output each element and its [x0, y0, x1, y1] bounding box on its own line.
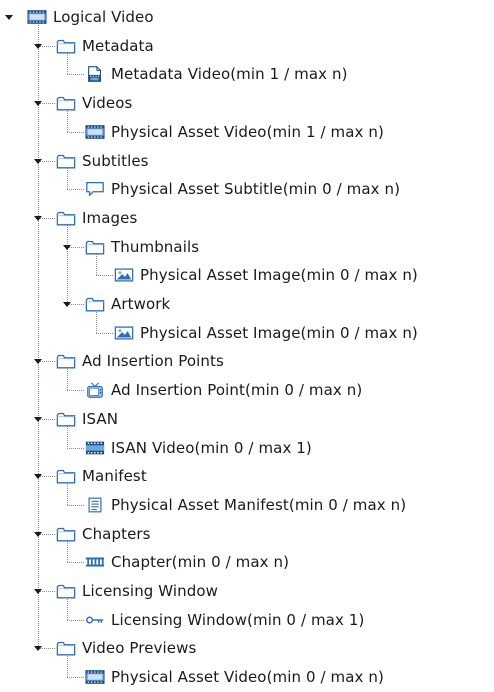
tree-leaf-item[interactable]: ISAN Video(min 0 / max 1): [85, 436, 312, 460]
folder-icon: [56, 37, 76, 55]
tree-folder-item[interactable]: Chapters: [56, 522, 151, 546]
folder-icon: [85, 295, 105, 313]
tv-icon: [85, 381, 105, 399]
barcode-icon: [85, 439, 105, 457]
tree-item-label: Artwork: [111, 295, 171, 313]
collapse-arrow-icon[interactable]: [33, 643, 43, 653]
tree-branch-line: [67, 677, 84, 679]
key-icon: [85, 611, 105, 629]
folder-icon: [56, 352, 76, 370]
tree-folder-item[interactable]: Artwork: [85, 292, 170, 316]
image-icon: [114, 266, 134, 284]
tree-branch-line: [67, 189, 84, 191]
tree-item-label: Ad Insertion Points: [82, 352, 224, 371]
tree-item-label: Physical Asset Image(min 0 / max n): [140, 323, 418, 342]
tree-leaf-item[interactable]: Metadata Video(min 1 / max n): [85, 62, 348, 86]
folder-icon: [56, 582, 76, 600]
tree-item-label: Subtitles: [82, 151, 149, 170]
folder-icon: [56, 467, 76, 485]
tree-item-label: Manifest: [82, 467, 147, 486]
folder-icon: [56, 525, 76, 543]
tree-branch-line: [67, 74, 84, 76]
video-film-icon: [85, 123, 105, 141]
tree-item-label: Physical Asset Manifest(min 0 / max n): [111, 495, 407, 514]
tree-item-label: Chapters: [82, 524, 151, 543]
tree-folder-item[interactable]: Manifest: [56, 464, 147, 488]
filmstrip-icon: [85, 553, 105, 571]
collapse-arrow-icon[interactable]: [4, 12, 14, 22]
tree-branch-line: [67, 447, 84, 449]
folder-icon: [56, 410, 76, 428]
tree-branch-line: [67, 562, 84, 564]
folder-icon: [85, 238, 105, 256]
collapse-arrow-icon[interactable]: [33, 586, 43, 596]
collapse-arrow-icon[interactable]: [33, 156, 43, 166]
tree-leaf-item[interactable]: Physical Asset Video(min 0 / max n): [85, 665, 384, 689]
tree-item-label: Thumbnails: [111, 237, 200, 256]
tree-item-label: Physical Asset Image(min 0 / max n): [140, 266, 418, 285]
list-document-icon: [85, 496, 105, 514]
tree-item-label: Images: [82, 208, 138, 227]
tree-item-label: ISAN: [82, 409, 119, 428]
tree-item-label: Licensing Window(min 0 / max 1): [111, 610, 365, 629]
tree-leaf-item[interactable]: Physical Asset Image(min 0 / max n): [114, 263, 418, 287]
tree-folder-item[interactable]: Videos: [56, 91, 132, 115]
tree-item-label: Videos: [82, 94, 133, 113]
tree-folder-item[interactable]: Images: [56, 206, 137, 230]
tree-leaf-item[interactable]: Physical Asset Image(min 0 / max n): [114, 321, 418, 345]
tree-item-label: Physical Asset Subtitle(min 0 / max n): [111, 180, 401, 199]
tree-branch-line: [67, 619, 84, 621]
tree-leaf-item[interactable]: Chapter(min 0 / max n): [85, 550, 289, 574]
tree-folder-item[interactable]: Licensing Window: [56, 579, 218, 603]
tree-folder-item[interactable]: ISAN: [56, 407, 118, 431]
tree-item-label: Metadata Video(min 1 / max n): [111, 65, 348, 84]
tree-branch-line: [96, 332, 113, 334]
tree-leaf-item[interactable]: Physical Asset Subtitle(min 0 / max n): [85, 177, 400, 201]
tree-leaf-item[interactable]: Ad Insertion Point(min 0 / max n): [85, 378, 362, 402]
collapse-arrow-icon[interactable]: [33, 471, 43, 481]
speech-bubble-icon: [85, 180, 105, 198]
tree-branch-line: [67, 390, 84, 392]
tree-connector-line: [67, 222, 68, 304]
tree-item-label: Physical Asset Video(min 1 / max n): [111, 122, 384, 141]
tree-leaf-item[interactable]: Physical Asset Video(min 1 / max n): [85, 120, 384, 144]
collapse-arrow-icon[interactable]: [33, 98, 43, 108]
tree-item-label: Metadata: [82, 36, 154, 55]
tree-branch-line: [67, 504, 84, 506]
tree-item-label: Chapter(min 0 / max n): [111, 553, 290, 572]
folder-icon: [56, 94, 76, 112]
tree-item-label: Ad Insertion Point(min 0 / max n): [111, 381, 363, 400]
tree-folder-item[interactable]: Subtitles: [56, 149, 149, 173]
collapse-arrow-icon[interactable]: [33, 213, 43, 223]
tree-leaf-item[interactable]: Physical Asset Manifest(min 0 / max n): [85, 493, 406, 517]
video-film-icon: [85, 668, 105, 686]
tree-branch-line: [96, 275, 113, 277]
tree-folder-item[interactable]: Thumbnails: [85, 235, 199, 259]
tree-folder-item[interactable]: Metadata: [56, 34, 154, 58]
video-film-icon: [27, 8, 47, 26]
tree-view: Logical Video Metadata Metadata Video(min …: [0, 0, 494, 692]
tree-item-label: Logical Video: [53, 8, 154, 26]
collapse-arrow-icon[interactable]: [33, 41, 43, 51]
collapse-arrow-icon[interactable]: [62, 299, 72, 309]
tree-folder-item[interactable]: Ad Insertion Points: [56, 349, 224, 373]
tree-folder-item[interactable]: Video Previews: [56, 636, 196, 660]
tree-item-label: Video Previews: [82, 639, 197, 658]
collapse-arrow-icon[interactable]: [33, 356, 43, 366]
tree-branch-line: [67, 131, 84, 133]
tree-leaf-item[interactable]: Licensing Window(min 0 / max 1): [85, 608, 364, 632]
tree-item-label: Physical Asset Video(min 0 / max n): [111, 668, 384, 687]
collapse-arrow-icon[interactable]: [33, 414, 43, 424]
collapse-arrow-icon[interactable]: [62, 242, 72, 252]
tree-connector-line: [38, 22, 39, 649]
tree-item-label: ISAN Video(min 0 / max 1): [111, 438, 312, 457]
tree-item-label: Licensing Window: [82, 582, 219, 600]
document-video-icon: [85, 65, 105, 83]
image-icon: [114, 324, 134, 342]
folder-icon: [56, 152, 76, 170]
collapse-arrow-icon[interactable]: [33, 529, 43, 539]
tree-root-item[interactable]: Logical Video: [27, 5, 154, 29]
folder-icon: [56, 209, 76, 227]
folder-icon: [56, 639, 76, 657]
